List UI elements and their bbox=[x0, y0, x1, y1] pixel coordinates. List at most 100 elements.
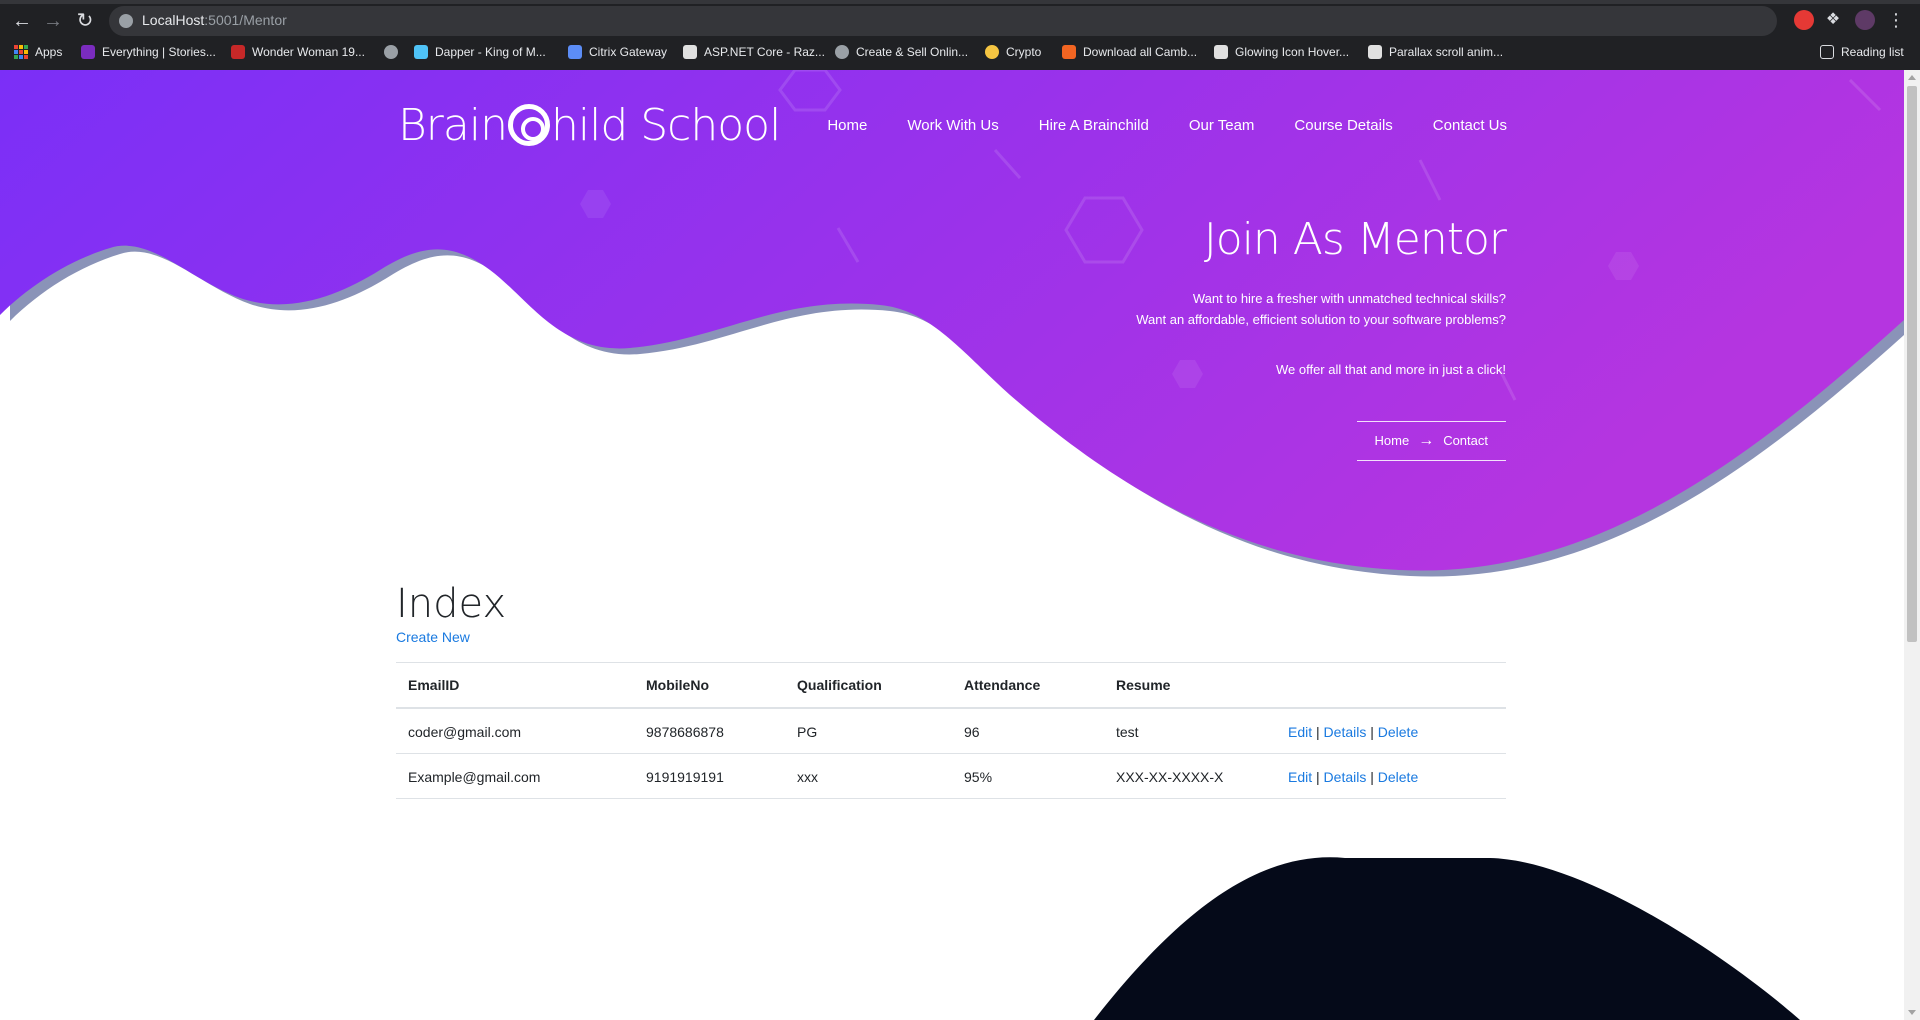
hero-tagline-1: Want to hire a fresher with unmatched te… bbox=[1192, 291, 1506, 307]
table-header-row: EmailID MobileNo Qualification Attendanc… bbox=[396, 662, 1506, 709]
index-content: Index Create New EmailID MobileNo Qualif… bbox=[396, 582, 1506, 799]
bookmark-label: Wonder Woman 19... bbox=[252, 45, 365, 59]
hero-tagline-3: We offer all that and more in just a cli… bbox=[1275, 362, 1506, 378]
cell-email: Example@gmail.com bbox=[396, 753, 634, 799]
cell-resume: XXX-XX-XXXX-X bbox=[1104, 753, 1276, 799]
cell-attendance: 96 bbox=[952, 708, 1104, 754]
table-row: Example@gmail.com 9191919191 xxx 95% XXX… bbox=[396, 753, 1506, 799]
tab-strip bbox=[0, 0, 1920, 4]
nav-course-details[interactable]: Course Details bbox=[1294, 117, 1392, 134]
bookmark-item[interactable]: Parallax scroll anim... bbox=[1368, 40, 1503, 64]
bookmark-item[interactable]: Dapper - King of M... bbox=[414, 40, 546, 64]
back-arrow-icon[interactable]: ← bbox=[10, 9, 34, 33]
action-separator: | bbox=[1370, 724, 1374, 740]
globe-icon bbox=[835, 45, 849, 59]
globe-icon bbox=[384, 45, 398, 59]
nav-hire-a-brainchild[interactable]: Hire A Brainchild bbox=[1039, 117, 1149, 134]
bookmark-apps[interactable]: Apps bbox=[14, 40, 62, 64]
scroll-up-arrow-icon[interactable] bbox=[1908, 75, 1916, 80]
scroll-down-arrow-icon[interactable] bbox=[1908, 1010, 1916, 1015]
reading-list-icon bbox=[1820, 45, 1834, 59]
extension-stop-icon[interactable] bbox=[1794, 10, 1814, 30]
brainchild-logo[interactable]: Brain hild School bbox=[398, 100, 781, 151]
bookmark-label: Glowing Icon Hover... bbox=[1235, 45, 1350, 59]
page-scrollbar[interactable] bbox=[1904, 70, 1920, 1020]
hero-title: Join As Mentor bbox=[1203, 214, 1507, 265]
reload-icon[interactable]: ↻ bbox=[73, 9, 97, 33]
extensions-puzzle-icon[interactable]: ❖ bbox=[1823, 10, 1843, 30]
page-title: Index bbox=[396, 581, 507, 627]
bookmark-item[interactable]: Create & Sell Onlin... bbox=[835, 40, 968, 64]
bookmark-item[interactable]: Citrix Gateway bbox=[568, 40, 667, 64]
scrollbar-thumb[interactable] bbox=[1907, 86, 1917, 642]
column-header-mobileno: MobileNo bbox=[634, 662, 785, 709]
bookmark-item[interactable]: Download all Camb... bbox=[1062, 40, 1197, 64]
bookmark-label: Dapper - King of M... bbox=[435, 45, 546, 59]
create-new-link[interactable]: Create New bbox=[396, 629, 470, 645]
delete-link[interactable]: Delete bbox=[1378, 724, 1418, 740]
url-text[interactable]: LocalHost:5001/Mentor bbox=[142, 12, 287, 28]
mentor-table: EmailID MobileNo Qualification Attendanc… bbox=[396, 662, 1506, 799]
breadcrumb-current: Contact bbox=[1443, 433, 1488, 449]
bookmark-item[interactable]: Everything | Stories... bbox=[81, 40, 216, 64]
cell-qualification: PG bbox=[785, 708, 952, 754]
bookmark-label: ASP.NET Core - Raz... bbox=[704, 45, 825, 59]
delete-link[interactable]: Delete bbox=[1378, 769, 1418, 785]
column-header-attendance: Attendance bbox=[952, 662, 1104, 709]
column-header-actions bbox=[1276, 662, 1506, 709]
edit-link[interactable]: Edit bbox=[1288, 724, 1312, 740]
logo-text-part2: hild School bbox=[550, 100, 781, 151]
cell-mobile: 9878686878 bbox=[634, 708, 785, 754]
page-viewport: Brain hild School Home Work With Us Hire … bbox=[0, 70, 1904, 1020]
edit-link[interactable]: Edit bbox=[1288, 769, 1312, 785]
bookmark-label: Citrix Gateway bbox=[589, 45, 668, 59]
details-link[interactable]: Details bbox=[1324, 724, 1367, 740]
cell-attendance: 95% bbox=[952, 753, 1104, 799]
bookmark-favicon-icon bbox=[683, 45, 697, 59]
arrow-right-icon: → bbox=[1418, 432, 1435, 450]
bookmark-item[interactable]: Crypto bbox=[985, 40, 1041, 64]
bookmark-favicon-icon bbox=[1368, 45, 1382, 59]
bookmark-label: Parallax scroll anim... bbox=[1389, 45, 1504, 59]
nav-work-with-us[interactable]: Work With Us bbox=[907, 117, 998, 134]
site-info-icon[interactable] bbox=[119, 14, 133, 28]
apps-grid-icon bbox=[14, 45, 28, 59]
nav-our-team[interactable]: Our Team bbox=[1189, 117, 1255, 134]
browser-chrome: ← → ↻ LocalHost:5001/Mentor ❖ ⋮ Apps Eve… bbox=[0, 0, 1920, 70]
address-bar[interactable]: LocalHost:5001/Mentor bbox=[109, 6, 1777, 36]
logo-target-icon bbox=[507, 104, 550, 146]
main-navigation: Home Work With Us Hire A Brainchild Our … bbox=[827, 117, 1507, 134]
breadcrumb: Home → Contact bbox=[1356, 421, 1506, 462]
bookmark-item[interactable] bbox=[384, 40, 405, 64]
action-separator: | bbox=[1316, 724, 1320, 740]
coin-icon bbox=[985, 45, 999, 59]
bookmark-label: Download all Camb... bbox=[1083, 45, 1198, 59]
forward-arrow-icon[interactable]: → bbox=[41, 9, 65, 33]
bookmark-item[interactable]: ASP.NET Core - Raz... bbox=[683, 40, 825, 64]
url-host: LocalHost bbox=[142, 12, 205, 28]
breadcrumb-home-link[interactable]: Home bbox=[1375, 433, 1410, 448]
profile-avatar[interactable] bbox=[1855, 10, 1875, 30]
details-link[interactable]: Details bbox=[1324, 769, 1367, 785]
column-header-emailid: EmailID bbox=[396, 662, 634, 709]
bookmark-label: Create & Sell Onlin... bbox=[856, 45, 969, 59]
reading-list-button[interactable]: Reading list bbox=[1820, 40, 1904, 64]
hero-tagline-2: Want an affordable, efficient solution t… bbox=[1136, 312, 1506, 328]
bookmark-favicon-icon bbox=[81, 45, 95, 59]
bookmark-favicon-icon bbox=[231, 45, 245, 59]
bookmark-item[interactable]: Glowing Icon Hover... bbox=[1214, 40, 1349, 64]
column-header-qualification: Qualification bbox=[785, 662, 952, 709]
browser-menu-icon[interactable]: ⋮ bbox=[1886, 10, 1906, 30]
hero-wave-background bbox=[0, 70, 1904, 577]
action-separator: | bbox=[1316, 769, 1320, 785]
logo-text-part1: Brain bbox=[398, 100, 508, 151]
bookmark-favicon-icon bbox=[414, 45, 428, 59]
cell-resume: test bbox=[1104, 708, 1276, 754]
column-header-resume: Resume bbox=[1104, 662, 1276, 709]
nav-contact-us[interactable]: Contact Us bbox=[1433, 117, 1507, 134]
nav-home[interactable]: Home bbox=[827, 117, 867, 134]
bookmark-item[interactable]: Wonder Woman 19... bbox=[231, 40, 365, 64]
cell-actions: Edit | Details | Delete bbox=[1276, 753, 1506, 799]
bookmark-label: Crypto bbox=[1006, 45, 1042, 59]
lock-icon bbox=[568, 45, 582, 59]
